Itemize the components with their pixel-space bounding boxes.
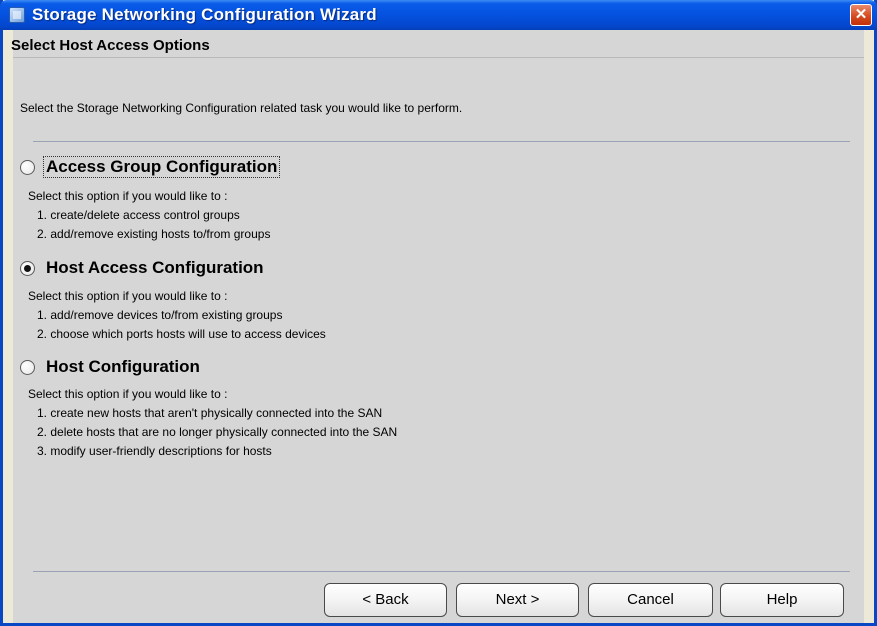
description-lead: Select this option if you would like to … [28,289,228,303]
window-title: Storage Networking Configuration Wizard [32,5,377,24]
description-lead: Select this option if you would like to … [28,189,228,203]
option-host-access[interactable]: Host Access Configuration [20,258,266,278]
option-host-configuration[interactable]: Host Configuration [20,357,202,377]
radio-host-configuration[interactable] [20,359,35,375]
option-label-access-group[interactable]: Access Group Configuration [42,156,281,178]
close-icon[interactable]: ✕ [850,4,872,26]
intro-divider [33,141,850,142]
radio-host-access[interactable] [20,260,35,276]
description-item: 3. modify user-friendly descriptions for… [37,444,272,458]
description-item: 1. add/remove devices to/from existing g… [37,308,283,322]
description-item: 2. add/remove existing hosts to/from gro… [37,227,271,241]
description-item: 1. create/delete access control groups [37,208,240,222]
option-access-group[interactable]: Access Group Configuration [20,156,281,178]
description-item: 2. choose which ports hosts will use to … [37,327,326,341]
description-lead: Select this option if you would like to … [28,387,228,401]
description-item: 1. create new hosts that aren't physical… [37,406,383,420]
next-button[interactable]: Next > [456,583,579,617]
header-divider [13,57,864,58]
option-description-access-group: Select this option if you would like to … [28,187,270,244]
title-bar[interactable]: Storage Networking Configuration Wizard … [0,0,877,30]
help-button[interactable]: Help [720,583,844,617]
description-item: 2. delete hosts that are no longer physi… [37,425,398,439]
radio-access-group[interactable] [20,159,35,175]
option-description-host-configuration: Select this option if you would like to … [28,385,397,461]
intro-text: Select the Storage Networking Configurat… [20,101,463,115]
back-button[interactable]: < Back [324,583,447,617]
option-label-host-configuration[interactable]: Host Configuration [44,357,202,377]
cancel-button[interactable]: Cancel [588,583,713,617]
option-description-host-access: Select this option if you would like to … [28,287,326,344]
page-title: Select Host Access Options [11,37,210,54]
option-label-host-access[interactable]: Host Access Configuration [44,258,266,278]
app-icon [9,7,25,23]
footer-divider [33,571,850,572]
